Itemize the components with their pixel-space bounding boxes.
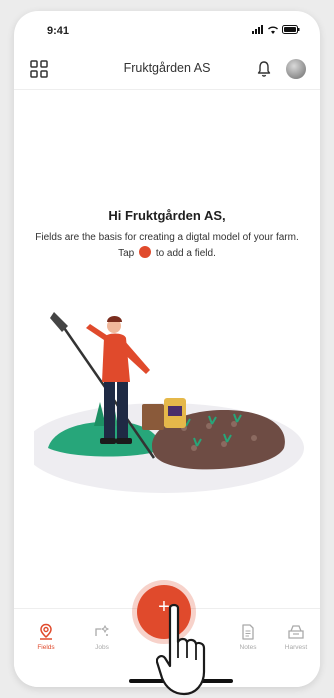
tab-label: Notes <box>239 644 257 651</box>
status-time: 9:41 <box>47 25 70 37</box>
tab-jobs[interactable]: Jobs <box>82 623 122 651</box>
tab-label: Harvest <box>284 644 308 651</box>
wifi-icon <box>268 26 278 34</box>
sparkle-icon <box>95 624 110 636</box>
battery-icon <box>282 25 300 34</box>
farmer-illustration <box>34 312 304 493</box>
location-pin-icon <box>40 623 52 640</box>
status-icons <box>252 25 300 34</box>
page-title: Fruktgården AS <box>123 61 211 75</box>
tab-label: Fields <box>37 644 55 651</box>
app-header: Fruktgården AS <box>14 49 320 90</box>
add-field-inline-icon <box>139 246 152 258</box>
empty-state-description: Fields are the basis for creating a digt… <box>32 230 302 262</box>
crate-icon <box>288 625 304 639</box>
document-icon <box>242 624 254 640</box>
description-text-end: to add a field. <box>155 248 216 259</box>
tab-notes[interactable]: Notes <box>228 623 268 651</box>
tab-label: Jobs <box>95 644 109 651</box>
signal-icon <box>252 25 263 34</box>
avatar[interactable] <box>286 59 306 79</box>
main-content: Hi Fruktgården AS, Fields are the basis … <box>14 90 320 600</box>
tab-fields[interactable]: Fields <box>26 623 66 651</box>
greeting: Hi Fruktgården AS, <box>108 208 226 223</box>
pointing-hand-icon <box>156 603 206 696</box>
bell-icon[interactable] <box>256 60 272 78</box>
tab-harvest[interactable]: Harvest <box>276 623 316 651</box>
status-bar: 9:41 <box>14 11 320 49</box>
